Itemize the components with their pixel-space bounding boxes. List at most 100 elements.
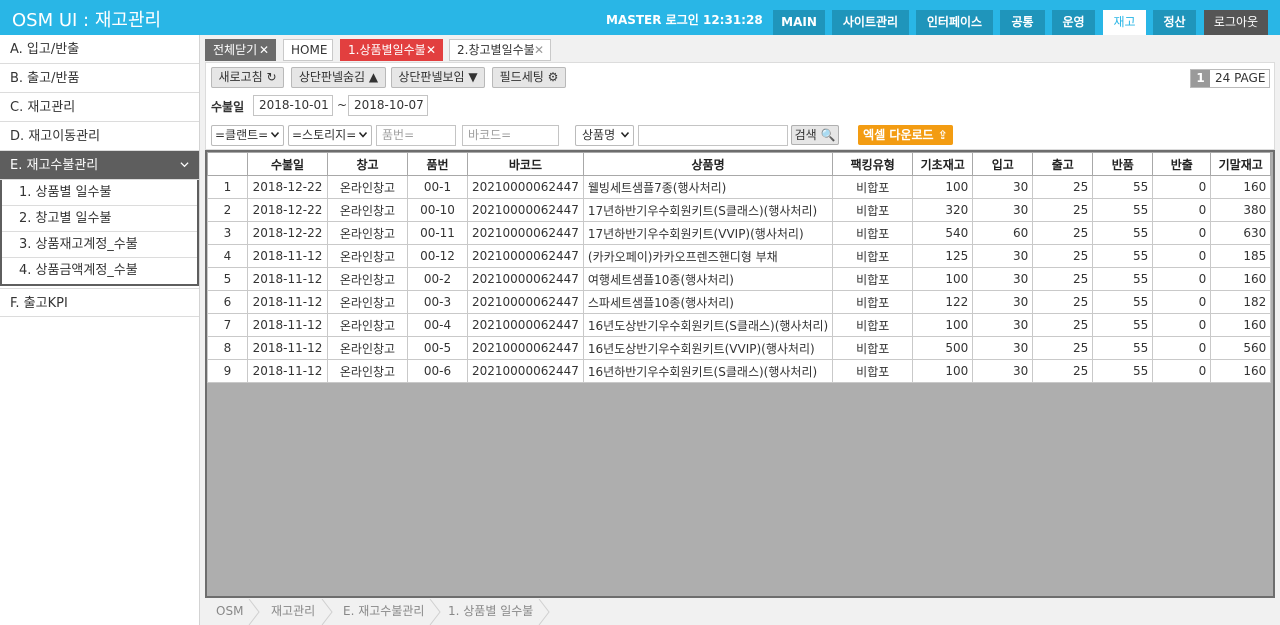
table-row[interactable]: 9 2018-11-12 온라인창고 00-6 20210000062447 16년하반기… <box>207 359 1272 383</box>
show-panel-button[interactable]: 상단판넬보임 ▼ <box>391 67 485 88</box>
column-header[interactable]: 상품명 <box>582 152 834 176</box>
table-cell: 비합포 <box>832 267 914 291</box>
nav-operation-button[interactable]: 운영 <box>1052 10 1095 35</box>
search-icon: 🔍 <box>820 128 836 142</box>
download-icon: ⇪ <box>937 128 948 142</box>
table-cell: 30 <box>972 267 1034 291</box>
table-cell: 100 <box>912 175 974 199</box>
date-from-input[interactable]: 2018-10-01 <box>253 95 333 116</box>
storage-select[interactable]: =스토리지= <box>288 125 372 146</box>
column-header[interactable]: 기말재고 <box>1210 152 1272 176</box>
column-header[interactable] <box>207 152 248 176</box>
close-all-tabs-button[interactable]: 전체닫기 ✕ <box>205 39 276 61</box>
barcode-input[interactable]: 바코드= <box>462 125 559 146</box>
nav-main-button[interactable]: MAIN <box>773 10 825 35</box>
search-button[interactable]: 검색 🔍 <box>791 125 839 145</box>
table-cell: 온라인창고 <box>327 244 408 268</box>
submenu-item-amount-account[interactable]: 4. 상품금액계정_수불 <box>2 258 197 284</box>
client-select[interactable]: =클랜트= <box>211 125 284 146</box>
table-cell: 55 <box>1092 175 1154 199</box>
column-header[interactable]: 품번 <box>407 152 468 176</box>
table-cell: 25 <box>1032 313 1094 337</box>
table-cell: 55 <box>1092 336 1154 360</box>
table-cell: 0 <box>1152 313 1212 337</box>
table-cell: 00-3 <box>407 290 468 314</box>
table-cell: 2018-11-12 <box>247 359 328 383</box>
refresh-button[interactable]: 새로고침 ↻ <box>211 67 284 88</box>
column-header[interactable]: 반품 <box>1092 152 1154 176</box>
column-header[interactable]: 창고 <box>327 152 408 176</box>
row-number: 1 <box>207 175 248 199</box>
sidebar-item-receiving[interactable]: A. 입고/반출 <box>0 35 199 64</box>
table-row[interactable]: 2 2018-12-22 온라인창고 00-10 20210000062447 17년하반… <box>207 198 1272 222</box>
nav-inventory-button[interactable]: 재고 <box>1103 10 1146 35</box>
excel-download-button[interactable]: 엑셀 다운로드 ⇪ <box>858 125 953 145</box>
close-icon[interactable]: ✕ <box>534 40 544 61</box>
column-header[interactable]: 바코드 <box>467 152 584 176</box>
table-row[interactable]: 1 2018-12-22 온라인창고 00-1 20210000062447 웰빙세트샘플… <box>207 175 1272 199</box>
nav-interface-button[interactable]: 인터페이스 <box>916 10 993 35</box>
submenu-item-warehouse-daily[interactable]: 2. 창고별 일수불 <box>2 206 197 232</box>
current-page[interactable]: 1 <box>1191 70 1210 87</box>
column-header[interactable]: 기초재고 <box>912 152 974 176</box>
nav-site-admin-button[interactable]: 사이트관리 <box>832 10 909 35</box>
column-header[interactable]: 수불일 <box>247 152 328 176</box>
sidebar-item-shipping[interactable]: B. 출고/반품 <box>0 64 199 93</box>
refresh-icon: ↻ <box>266 70 277 84</box>
table-row[interactable]: 5 2018-11-12 온라인창고 00-2 20210000062447 여행세트샘플… <box>207 267 1272 291</box>
table-row[interactable]: 6 2018-11-12 온라인창고 00-3 20210000062447 스파세트샘플… <box>207 290 1272 314</box>
breadcrumb-item[interactable]: 1. 상품별 일수불 <box>448 599 533 625</box>
sidebar-item-transfer[interactable]: D. 재고이동관리 <box>0 122 199 151</box>
table-row[interactable]: 4 2018-11-12 온라인창고 00-12 20210000062447 (카카오페… <box>207 244 1272 268</box>
table-cell: 540 <box>912 221 974 245</box>
hide-panel-label: 상단판넬숨김 <box>298 70 366 84</box>
table-cell: 30 <box>972 244 1034 268</box>
row-number: 2 <box>207 198 248 222</box>
sidebar-item-kpi[interactable]: F. 출고KPI <box>0 288 199 317</box>
table-cell: 비합포 <box>832 221 914 245</box>
nav-common-button[interactable]: 공통 <box>1000 10 1045 35</box>
table-cell: 00-6 <box>407 359 468 383</box>
breadcrumb-item[interactable]: E. 재고수불관리 <box>343 599 424 625</box>
chevron-right-icon <box>321 599 333 625</box>
field-setting-button[interactable]: 필드세팅 ⚙ <box>492 67 566 88</box>
item-no-input[interactable]: 품번= <box>376 125 456 146</box>
table-cell: 500 <box>912 336 974 360</box>
breadcrumb-item[interactable]: OSM <box>216 599 243 625</box>
product-field-select[interactable]: 상품명 <box>575 125 634 146</box>
close-icon[interactable]: ✕ <box>426 40 436 61</box>
nav-settlement-button[interactable]: 정산 <box>1153 10 1196 35</box>
submenu-item-product-daily[interactable]: 1. 상품별 일수불 <box>2 180 197 206</box>
tab-product-daily[interactable]: 1.상품별일수불 ✕ <box>340 39 443 61</box>
table-row[interactable]: 7 2018-11-12 온라인창고 00-4 20210000062447 16년도상반… <box>207 313 1272 337</box>
table-cell: 30 <box>972 198 1034 222</box>
column-header[interactable]: 반출 <box>1152 152 1212 176</box>
breadcrumb-item[interactable]: 재고관리 <box>271 599 315 625</box>
column-header[interactable]: 입고 <box>972 152 1034 176</box>
table-row[interactable]: 8 2018-11-12 온라인창고 00-5 20210000062447 16년도상반… <box>207 336 1272 360</box>
chevron-right-icon <box>429 599 441 625</box>
submenu-item-stock-account[interactable]: 3. 상품재고계정_수불 <box>2 232 197 258</box>
table-row[interactable]: 3 2018-12-22 온라인창고 00-11 20210000062447 17년하반… <box>207 221 1272 245</box>
chevron-right-icon <box>538 599 550 625</box>
table-cell: 630 <box>1210 221 1272 245</box>
submenu: 1. 상품별 일수불 2. 창고별 일수불 3. 상품재고계정_수불 4. 상품… <box>0 180 199 286</box>
sidebar-item-inventory[interactable]: C. 재고관리 <box>0 93 199 122</box>
hide-panel-button[interactable]: 상단판넬숨김 ▲ <box>291 67 386 88</box>
tab-warehouse-daily[interactable]: 2.창고별일수불 ✕ <box>449 39 551 61</box>
date-to-input[interactable]: 2018-10-07 <box>348 95 428 116</box>
top-bar: OSM UI : 재고관리 MASTER 로그인 12:31:28 MAIN 사… <box>0 0 1280 35</box>
close-all-label: 전체닫기 <box>213 43 258 57</box>
table-cell: 20210000062447 <box>467 198 584 222</box>
search-label: 검색 <box>794 128 817 142</box>
sidebar-item-stock-ledger[interactable]: E. 재고수불관리 <box>0 151 199 180</box>
column-header[interactable]: 출고 <box>1032 152 1094 176</box>
product-search-input[interactable] <box>638 125 788 146</box>
logout-button[interactable]: 로그아웃 <box>1204 10 1268 35</box>
tab-home[interactable]: HOME <box>283 39 333 61</box>
table-cell: 스파세트샘플10종(행사처리) <box>582 290 834 314</box>
storage-select-value: =스토리지= <box>292 128 357 142</box>
toolbar-panel: 새로고침 ↻ 상단판넬숨김 ▲ 상단판넬보임 ▼ 필드세팅 ⚙ 1 24 PAG… <box>205 62 1275 150</box>
table-cell: 2018-12-22 <box>247 221 328 245</box>
column-header[interactable]: 팩킹유형 <box>832 152 914 176</box>
